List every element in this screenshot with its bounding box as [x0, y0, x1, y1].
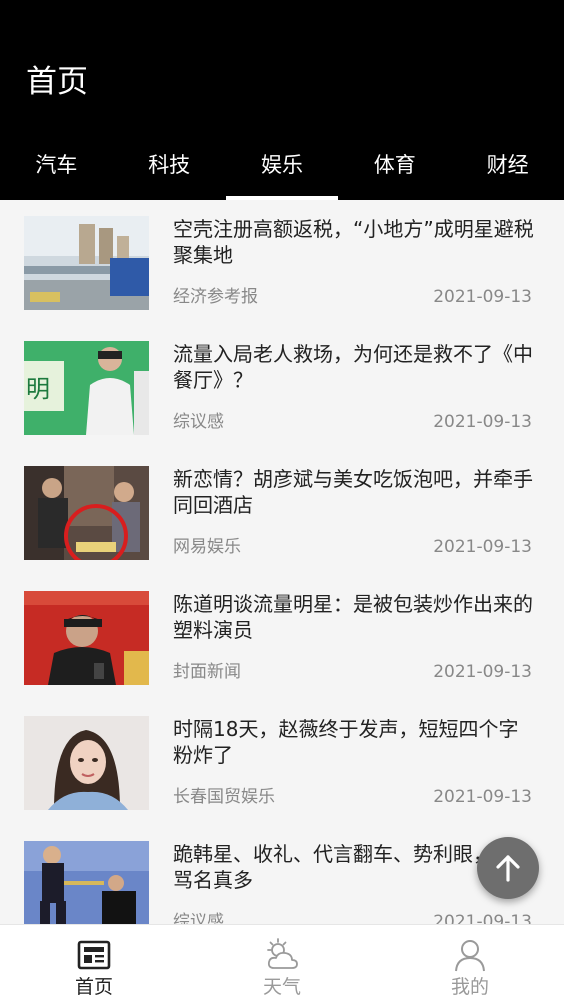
news-thumbnail: [24, 466, 149, 560]
nav-label: 天气: [262, 976, 301, 998]
tab-label: 财经: [486, 153, 529, 177]
news-item[interactable]: 明 流量入局老人救场，为何还是救不了《中餐厅》？ 综议感 2021-09-13: [0, 325, 564, 450]
news-thumbnail: [24, 216, 149, 310]
news-date: 2021-09-13: [433, 287, 532, 307]
nav-profile[interactable]: 我的: [376, 925, 564, 1003]
bottom-navigation: 首页 天气 我的: [0, 924, 564, 1003]
scroll-to-top-button[interactable]: [477, 837, 539, 899]
news-date: 2021-09-13: [433, 787, 532, 807]
news-source: 综议感: [173, 412, 224, 432]
nav-home[interactable]: 首页: [0, 925, 188, 1003]
tab-label: 娱乐: [260, 153, 303, 177]
tab-tech[interactable]: 科技: [113, 128, 226, 200]
weather-icon: [267, 938, 298, 969]
page-title: 首页: [26, 64, 88, 100]
news-title: 新恋情？胡彦斌与美女吃饭泡吧，并牵手同回酒店: [173, 467, 533, 517]
app-header: 首页 汽车 科技 娱乐 体育 财经: [0, 0, 564, 200]
news-date: 2021-09-13: [433, 537, 532, 557]
svg-text:明: 明: [26, 375, 50, 403]
news-source: 网易娱乐: [173, 537, 241, 557]
category-tab-bar: 汽车 科技 娱乐 体育 财经: [0, 128, 564, 200]
news-thumbnail: [24, 591, 149, 685]
news-source: 综议感: [173, 912, 224, 924]
tab-auto[interactable]: 汽车: [0, 128, 113, 200]
tab-label: 体育: [373, 153, 416, 177]
news-item[interactable]: 空壳注册高额返税，“小地方”成明星避税聚集地 经济参考报 2021-09-13: [0, 200, 564, 325]
tab-finance[interactable]: 财经: [451, 128, 564, 200]
news-thumbnail: 明: [24, 341, 149, 435]
news-source: 长春国贸娱乐: [173, 787, 275, 807]
news-item[interactable]: 新恋情？胡彦斌与美女吃饭泡吧，并牵手同回酒店 网易娱乐 2021-09-13: [0, 450, 564, 575]
news-date: 2021-09-13: [433, 412, 532, 432]
tab-label: 科技: [148, 153, 191, 177]
arrow-up-icon: [496, 855, 520, 882]
nav-weather[interactable]: 天气: [188, 925, 376, 1003]
tab-sports[interactable]: 体育: [338, 128, 451, 200]
news-item[interactable]: 时隔18天，赵薇终于发声，短短四个字粉炸了 长春国贸娱乐 2021-09-13: [0, 700, 564, 825]
news-title: 流量入局老人救场，为何还是救不了《中餐厅》？: [173, 342, 533, 392]
tab-entertainment[interactable]: 娱乐: [225, 128, 339, 200]
news-feed[interactable]: 空壳注册高额返税，“小地方”成明星避税聚集地 经济参考报 2021-09-13 …: [0, 200, 564, 924]
nav-label: 首页: [74, 976, 113, 998]
nav-label: 我的: [450, 976, 489, 998]
news-source: 经济参考报: [173, 287, 258, 307]
profile-icon: [455, 940, 485, 972]
news-source: 封面新闻: [173, 662, 241, 682]
news-thumbnail: [24, 716, 149, 810]
tab-label: 汽车: [35, 153, 78, 177]
news-item[interactable]: 陈道明谈流量明星：是被包装炒作出来的塑料演员 封面新闻 2021-09-13: [0, 575, 564, 700]
news-title: 陈道明谈流量明星：是被包装炒作出来的塑料演员: [173, 592, 533, 642]
news-title: 空壳注册高额返税，“小地方”成明星避税聚集地: [173, 217, 534, 267]
news-thumbnail: [24, 841, 149, 924]
news-title: 时隔18天，赵薇终于发声，短短四个字粉炸了: [173, 717, 519, 767]
news-date: 2021-09-13: [433, 662, 532, 682]
news-icon: [77, 940, 111, 970]
news-date: 2021-09-13: [433, 912, 532, 924]
